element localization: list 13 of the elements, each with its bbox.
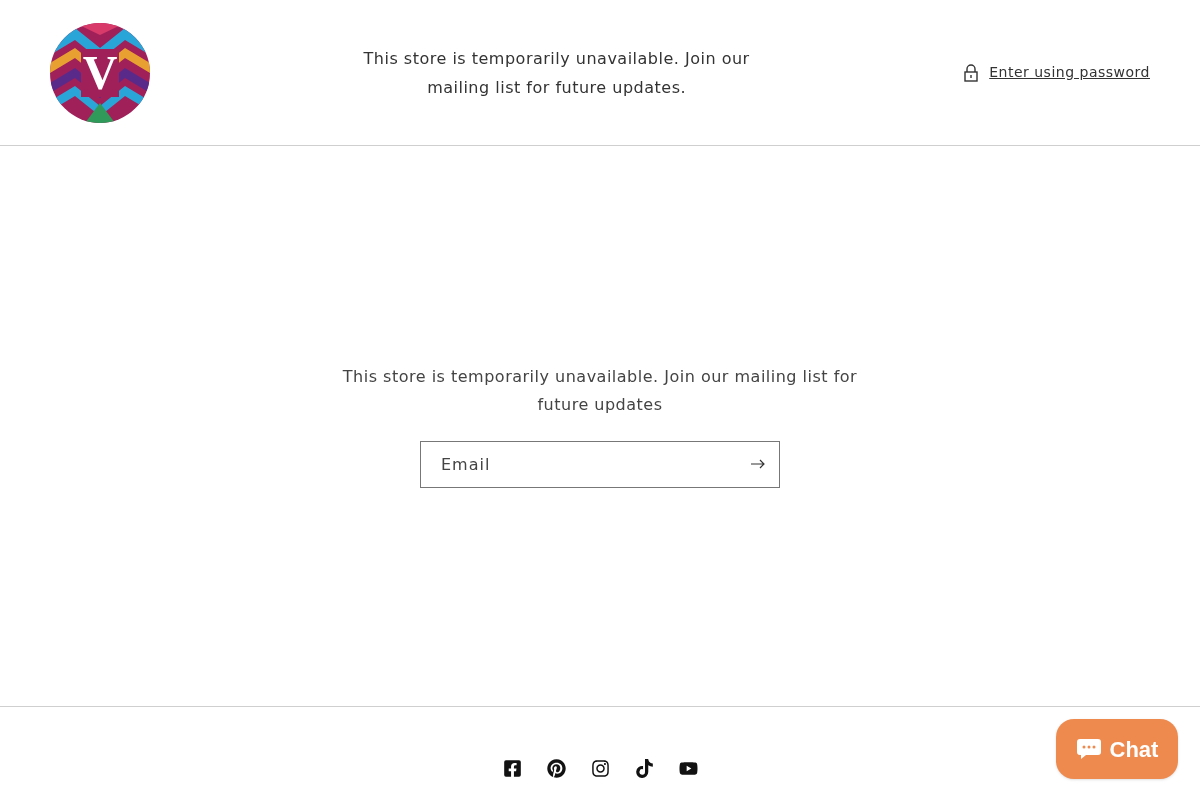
pinterest-icon[interactable] [546,759,566,778]
main-message: This store is temporarily unavailable. Join our mailing list for future updates [341,366,859,416]
instagram-icon[interactable] [590,759,610,778]
facebook-icon[interactable] [502,759,522,778]
speech-bubble-icon [1075,737,1102,761]
logo[interactable]: V [50,22,150,123]
logo-letter: V [80,48,120,97]
email-field[interactable]: Email [420,441,780,488]
header-message: This store is temporarily unavailable. Join our mailing list for future updates. [362,47,751,99]
youtube-icon[interactable] [678,759,698,778]
password-link[interactable]: Enter using password [963,62,1150,83]
lock-icon [963,62,980,83]
tiktok-icon[interactable] [634,759,654,778]
